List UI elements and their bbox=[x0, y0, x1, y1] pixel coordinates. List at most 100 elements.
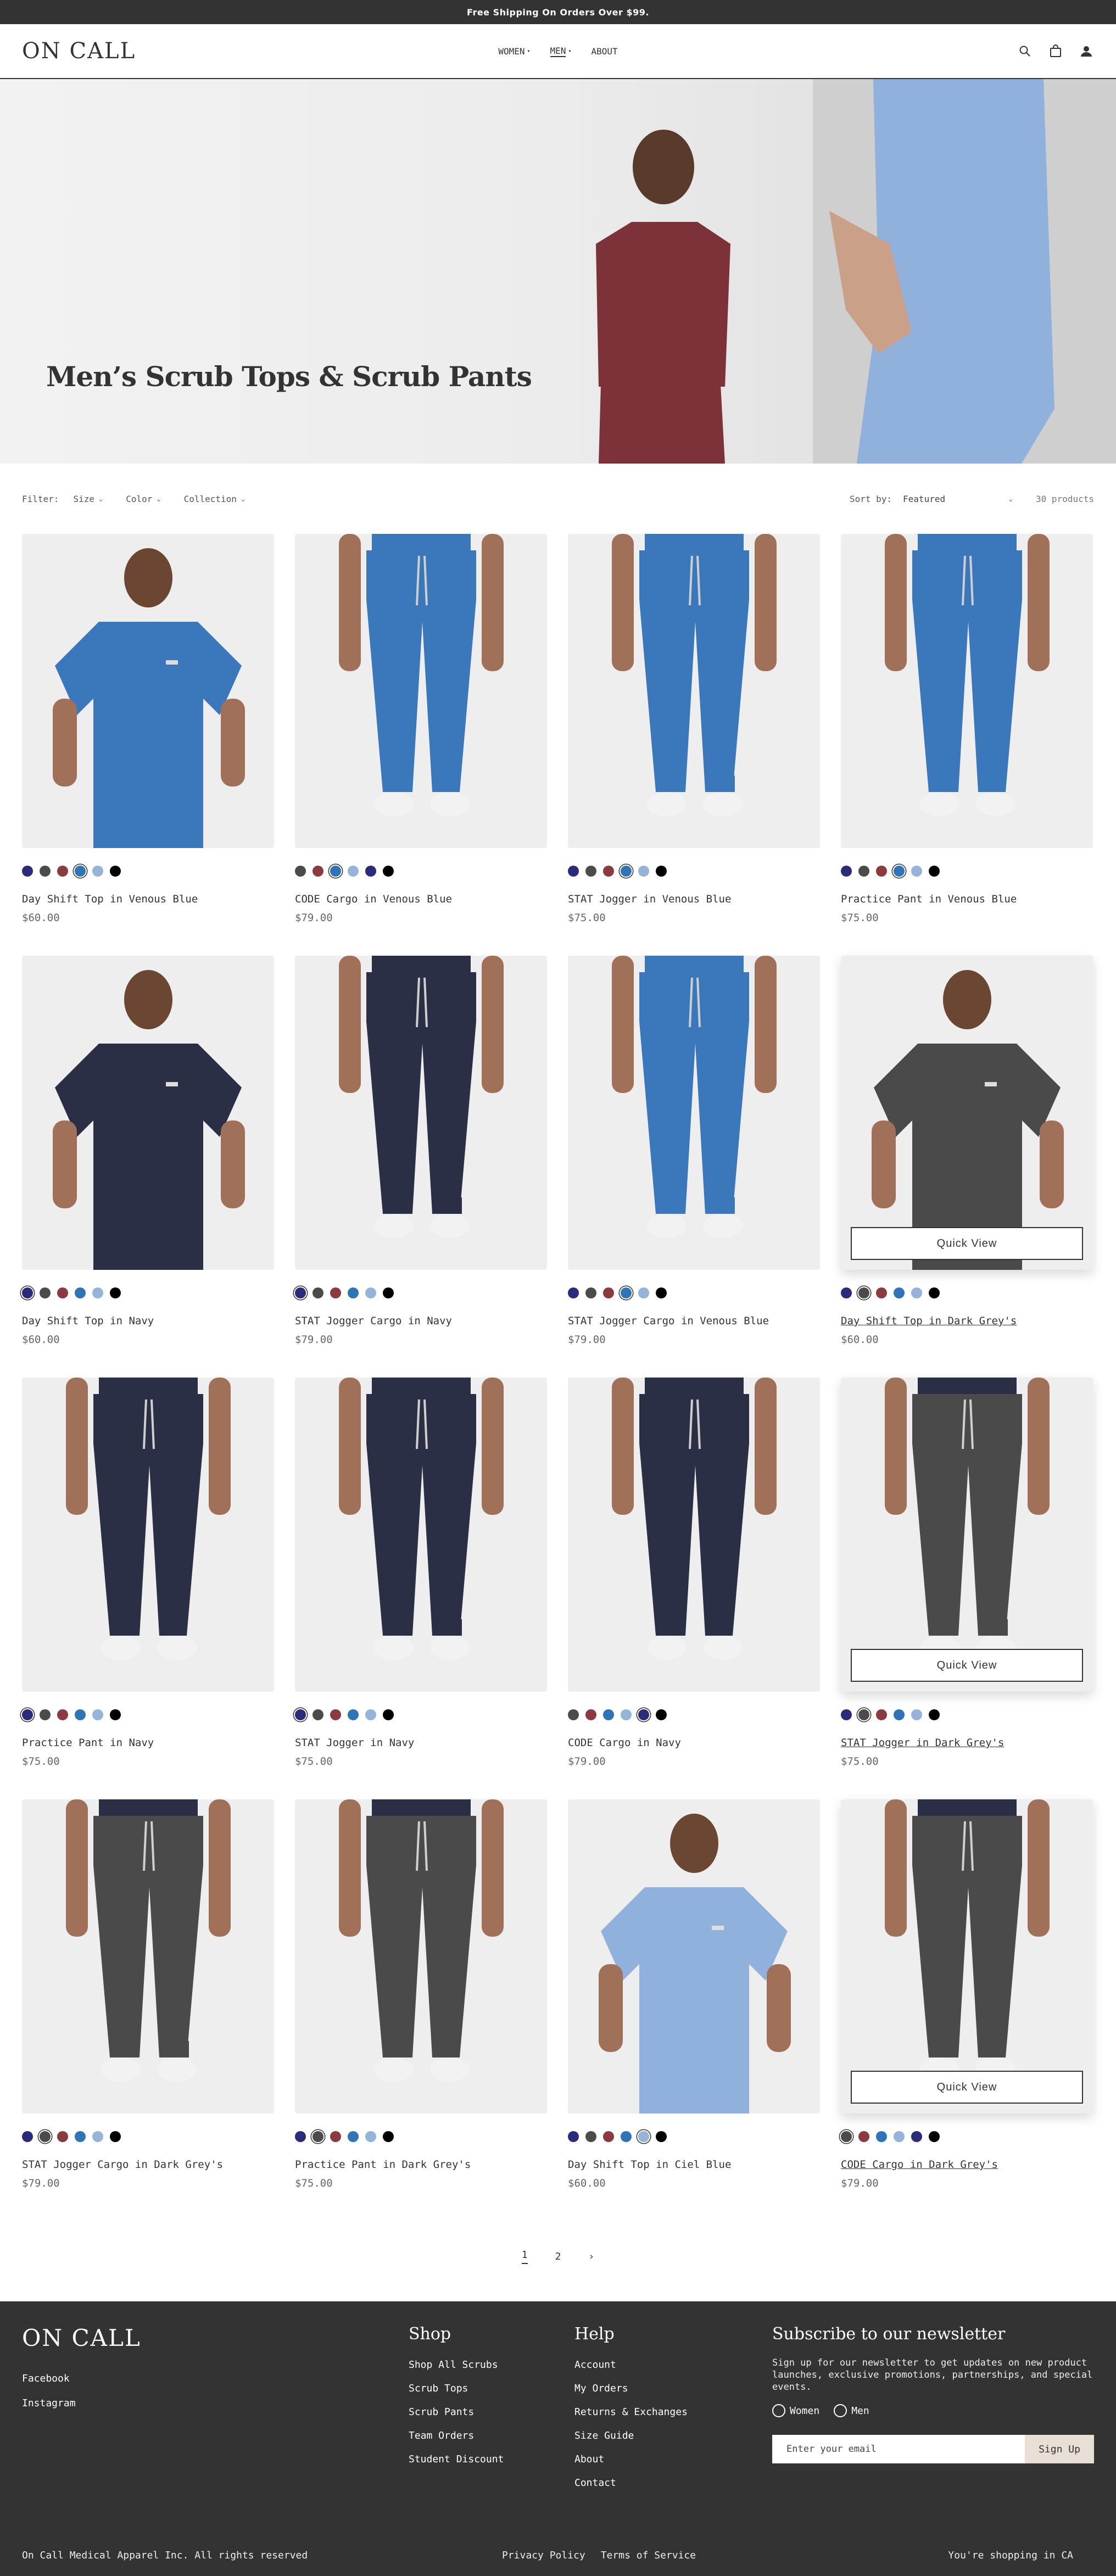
footer-link[interactable]: About bbox=[574, 2454, 688, 2465]
color-swatch-grey[interactable] bbox=[40, 866, 51, 877]
product-card[interactable]: Day Shift Top in Ciel Blue $60.00 bbox=[568, 1799, 820, 2195]
color-swatch-black[interactable] bbox=[383, 1287, 394, 1298]
quick-view-button[interactable]: Quick View bbox=[851, 2071, 1083, 2104]
sign-up-button[interactable]: Sign Up bbox=[1025, 2435, 1094, 2463]
color-swatch-black[interactable] bbox=[110, 866, 121, 877]
product-image[interactable]: Quick View bbox=[841, 1378, 1093, 1692]
color-swatch-navy[interactable] bbox=[22, 2131, 33, 2142]
footer-link[interactable]: Scrub Tops bbox=[409, 2383, 504, 2394]
color-swatch-black[interactable] bbox=[383, 866, 394, 877]
product-name[interactable]: STAT Jogger Cargo in Venous Blue bbox=[568, 1315, 820, 1327]
product-card[interactable]: STAT Jogger Cargo in Navy $79.00 bbox=[295, 956, 547, 1351]
product-card[interactable]: Practice Pant in Dark Grey's $75.00 bbox=[295, 1799, 547, 2195]
bag-icon[interactable] bbox=[1048, 43, 1063, 59]
color-swatch-black[interactable] bbox=[929, 1709, 940, 1720]
color-swatch-navy[interactable] bbox=[841, 1287, 852, 1298]
color-swatch-black[interactable] bbox=[110, 1709, 121, 1720]
color-swatch-black[interactable] bbox=[929, 2131, 940, 2142]
footer-link[interactable]: My Orders bbox=[574, 2383, 688, 2394]
color-swatch-burgundy[interactable] bbox=[603, 1287, 614, 1298]
color-swatch-black[interactable] bbox=[383, 1709, 394, 1720]
color-swatch-navy[interactable] bbox=[568, 2131, 579, 2142]
color-swatch-blue[interactable] bbox=[75, 1287, 86, 1298]
product-name[interactable]: Practice Pant in Dark Grey's bbox=[295, 2159, 547, 2171]
color-swatch-navy[interactable] bbox=[841, 866, 852, 877]
color-swatch-blue[interactable] bbox=[894, 1287, 905, 1298]
color-swatch-blue[interactable] bbox=[348, 2131, 359, 2142]
account-icon[interactable] bbox=[1079, 43, 1094, 59]
color-swatch-lightblue[interactable] bbox=[348, 866, 359, 877]
color-swatch-lightblue[interactable] bbox=[894, 2131, 905, 2142]
color-swatch-grey[interactable] bbox=[295, 866, 306, 877]
color-swatch-black[interactable] bbox=[929, 866, 940, 877]
color-swatch-grey[interactable] bbox=[40, 1709, 51, 1720]
color-swatch-grey[interactable] bbox=[841, 2131, 852, 2142]
color-swatch-burgundy[interactable] bbox=[313, 866, 323, 877]
product-name[interactable]: STAT Jogger Cargo in Navy bbox=[295, 1315, 547, 1327]
color-swatch-blue[interactable] bbox=[75, 866, 86, 877]
color-swatch-grey[interactable] bbox=[313, 1287, 323, 1298]
color-swatch-grey[interactable] bbox=[585, 2131, 596, 2142]
color-swatch-grey[interactable] bbox=[858, 1709, 869, 1720]
color-swatch-black[interactable] bbox=[656, 1287, 667, 1298]
color-swatch-lightblue[interactable] bbox=[911, 1287, 922, 1298]
product-card[interactable]: Quick View Day Shift Top in Dark Grey's $6… bbox=[841, 956, 1093, 1351]
product-image[interactable] bbox=[295, 956, 547, 1270]
color-swatch-blue[interactable] bbox=[75, 2131, 86, 2142]
color-swatch-navy[interactable] bbox=[911, 2131, 922, 2142]
footer-link[interactable]: Shop All Scrubs bbox=[409, 2359, 504, 2371]
product-name[interactable]: Day Shift Top in Navy bbox=[22, 1315, 274, 1327]
quick-view-button[interactable]: Quick View bbox=[851, 1649, 1083, 1682]
color-swatch-blue[interactable] bbox=[603, 1709, 614, 1720]
page-2-link[interactable]: 2 bbox=[555, 2251, 561, 2262]
product-name[interactable]: Practice Pant in Venous Blue bbox=[841, 893, 1093, 905]
page-1-link[interactable]: 1 bbox=[521, 2249, 528, 2264]
product-image[interactable]: Quick View bbox=[841, 956, 1093, 1270]
color-swatch-black[interactable] bbox=[110, 1287, 121, 1298]
color-swatch-burgundy[interactable] bbox=[603, 2131, 614, 2142]
radio-women[interactable]: Women bbox=[772, 2404, 819, 2417]
color-swatch-blue[interactable] bbox=[348, 1709, 359, 1720]
color-swatch-burgundy[interactable] bbox=[585, 1709, 596, 1720]
filter-color[interactable]: Color ⌄ bbox=[126, 494, 160, 504]
footer-link[interactable]: Returns & Exchanges bbox=[574, 2406, 688, 2418]
color-swatch-burgundy[interactable] bbox=[603, 866, 614, 877]
quick-view-button[interactable]: Quick View bbox=[851, 1227, 1083, 1260]
footer-link[interactable]: Student Discount bbox=[409, 2454, 504, 2465]
product-image[interactable] bbox=[841, 534, 1093, 848]
color-swatch-blue[interactable] bbox=[75, 1709, 86, 1720]
product-card[interactable]: STAT Jogger Cargo in Dark Grey's $79.00 bbox=[22, 1799, 274, 2195]
color-swatch-lightblue[interactable] bbox=[365, 1287, 376, 1298]
logo[interactable]: ON CALL bbox=[22, 38, 136, 64]
product-card[interactable]: STAT Jogger Cargo in Venous Blue $79.00 bbox=[568, 956, 820, 1351]
color-swatch-lightblue[interactable] bbox=[638, 866, 649, 877]
region-selector[interactable]: You're shopping in CA bbox=[948, 2550, 1073, 2561]
color-swatch-burgundy[interactable] bbox=[57, 1709, 68, 1720]
radio-men[interactable]: Men bbox=[834, 2404, 869, 2417]
color-swatch-grey[interactable] bbox=[585, 1287, 596, 1298]
product-card[interactable]: STAT Jogger in Venous Blue $75.00 bbox=[568, 534, 820, 929]
search-icon[interactable] bbox=[1017, 43, 1033, 59]
footer-logo[interactable]: ON CALL bbox=[22, 2324, 141, 2351]
color-swatch-burgundy[interactable] bbox=[858, 2131, 869, 2142]
color-swatch-navy[interactable] bbox=[568, 1287, 579, 1298]
privacy-policy-link[interactable]: Privacy Policy bbox=[502, 2550, 585, 2561]
color-swatch-blue[interactable] bbox=[621, 866, 632, 877]
facebook-link[interactable]: Facebook bbox=[22, 2373, 76, 2384]
product-image[interactable] bbox=[568, 534, 820, 848]
product-card[interactable]: Quick View STAT Jogger in Dark Grey's $75.… bbox=[841, 1378, 1093, 1773]
color-swatch-navy[interactable] bbox=[638, 1709, 649, 1720]
product-name[interactable]: CODE Cargo in Venous Blue bbox=[295, 893, 547, 905]
color-swatch-navy[interactable] bbox=[841, 1709, 852, 1720]
color-swatch-burgundy[interactable] bbox=[876, 1709, 887, 1720]
product-image[interactable] bbox=[295, 1799, 547, 2114]
color-swatch-black[interactable] bbox=[656, 2131, 667, 2142]
color-swatch-burgundy[interactable] bbox=[330, 1709, 341, 1720]
product-image[interactable] bbox=[295, 1378, 547, 1692]
color-swatch-lightblue[interactable] bbox=[621, 1709, 632, 1720]
email-input[interactable] bbox=[772, 2435, 1025, 2463]
color-swatch-grey[interactable] bbox=[585, 866, 596, 877]
color-swatch-navy[interactable] bbox=[295, 1709, 306, 1720]
nav-women[interactable]: WOMEN ▾ bbox=[498, 46, 530, 57]
product-image[interactable] bbox=[22, 956, 274, 1270]
